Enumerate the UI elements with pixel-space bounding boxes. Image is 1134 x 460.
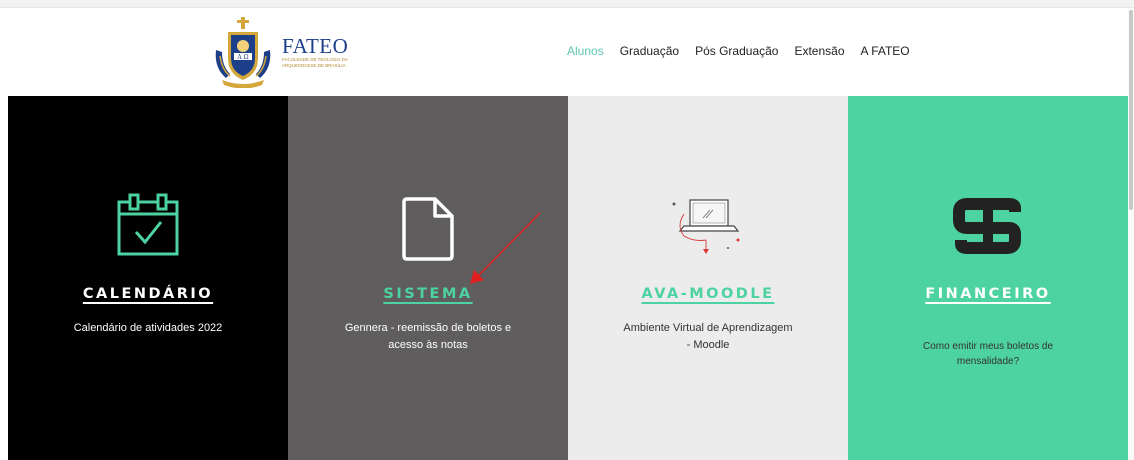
main-nav: Alunos Graduação Pós Graduação Extensão … (567, 44, 926, 58)
panel-title-calendario[interactable]: CALENDÁRIO (8, 286, 288, 302)
site-header: A Ω FATEO Faculdade de Teologia da Arqui… (0, 8, 1128, 96)
panel-sistema: SISTEMA Gennera - reemissão de boletos e… (288, 96, 568, 460)
panel-financeiro: FINANCEIRO Como emitir meus boletos de m… (848, 96, 1128, 460)
crest-icon: A Ω (215, 17, 271, 88)
calendar-check-icon (117, 193, 179, 256)
panel-title-financeiro[interactable]: FINANCEIRO (848, 286, 1128, 302)
browser-top-strip (0, 0, 1134, 8)
nav-item-a-fateo[interactable]: A FATEO (861, 44, 910, 58)
logo-text: FATEO Faculdade de Teologia da Arquidioc… (282, 35, 354, 69)
panel-desc-financeiro: Como emitir meus boletos de mensalidade? (922, 341, 1054, 367)
document-icon (402, 197, 454, 261)
panel-desc-sistema: Gennera - reemissão de boletos e acesso … (344, 322, 512, 351)
panel-calendario: CALENDÁRIO Calendário de atividades 2022 (8, 96, 288, 460)
panel-title-sistema[interactable]: SISTEMA (288, 286, 568, 302)
nav-item-alunos[interactable]: Alunos (567, 44, 604, 58)
logo-subtitle: Faculdade de Teologia da Arquidiocese de… (282, 57, 348, 68)
nav-item-graduacao[interactable]: Graduação (620, 44, 679, 58)
panel-desc-calendario: Calendário de atividades 2022 (73, 322, 223, 334)
nav-item-pos-graduacao[interactable]: Pós Graduação (695, 44, 778, 58)
service-panels: CALENDÁRIO Calendário de atividades 2022… (8, 96, 1128, 460)
site-logo[interactable]: A Ω FATEO Faculdade de Teologia da Arqui… (212, 16, 354, 88)
panel-ava-moodle: AVA-MOODLE Ambiente Virtual de Aprendiza… (568, 96, 848, 460)
nav-item-extensao[interactable]: Extensão (794, 44, 844, 58)
panel-title-ava-moodle[interactable]: AVA-MOODLE (568, 286, 848, 302)
dollar-icon (953, 198, 1021, 254)
scrollbar-thumb[interactable] (1129, 10, 1133, 210)
laptop-icon (672, 199, 740, 254)
panel-desc-ava-moodle: Ambiente Virtual de Aprendizagem - Moodl… (623, 322, 793, 351)
svg-text:A Ω: A Ω (236, 54, 248, 61)
logo-name: FATEO (282, 34, 349, 58)
